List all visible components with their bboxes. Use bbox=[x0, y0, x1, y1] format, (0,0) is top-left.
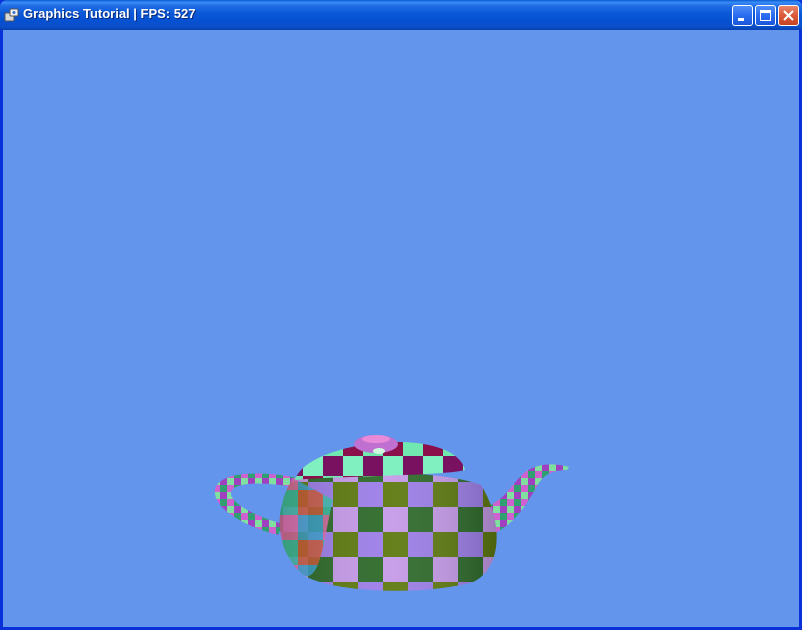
title-bar[interactable]: Graphics Tutorial | FPS: 527 bbox=[0, 0, 802, 30]
render-viewport[interactable] bbox=[3, 30, 799, 627]
maximize-button[interactable] bbox=[755, 5, 776, 26]
maximize-icon bbox=[760, 10, 771, 21]
close-icon bbox=[783, 10, 794, 21]
teapot-spout bbox=[483, 464, 569, 535]
minimize-button[interactable] bbox=[732, 5, 753, 26]
teapot-render bbox=[214, 435, 569, 591]
window-title: Graphics Tutorial | FPS: 527 bbox=[23, 6, 196, 21]
app-window: Graphics Tutorial | FPS: 527 bbox=[0, 0, 802, 630]
app-icon bbox=[4, 8, 19, 22]
close-button[interactable] bbox=[778, 5, 799, 26]
minimize-icon bbox=[738, 18, 744, 21]
